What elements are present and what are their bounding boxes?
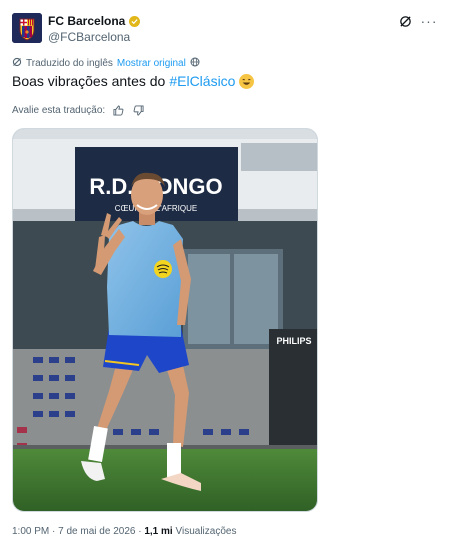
tweet-text-body: Boas vibrações antes do [12, 73, 166, 89]
tweet-date[interactable]: 7 de mai de 2026 [58, 526, 135, 537]
thumbs-down-icon[interactable] [131, 103, 145, 117]
views-label: Visualizações [175, 526, 237, 537]
author-name-row[interactable]: FC Barcelona [48, 14, 141, 28]
laughing-emoji-icon [239, 73, 255, 89]
views-count: 1,1 mi [144, 526, 173, 537]
board-text: PHILIPS [276, 336, 311, 346]
translation-notice: Traduzido do inglês Mostrar original [12, 57, 200, 70]
rate-translation: Avalie esta tradução: [12, 103, 145, 117]
meta-separator: · [52, 526, 56, 537]
author-names: FC Barcelona @FCBarcelona [48, 14, 141, 44]
hashtag-link[interactable]: #ElClásico [169, 73, 235, 89]
tweet-photo[interactable]: R.D. CONGO CŒUR DE L'AFRIQUE PHILIPS [12, 128, 318, 512]
translate-icon [12, 57, 22, 70]
avatar[interactable] [12, 13, 42, 43]
meta-separator: · [138, 526, 142, 537]
globe-icon [190, 57, 200, 70]
more-icon[interactable]: ··· [421, 14, 437, 28]
author-handle[interactable]: @FCBarcelona [48, 30, 140, 44]
grok-icon[interactable] [398, 14, 412, 28]
thumbs-up-icon[interactable] [111, 103, 125, 117]
verified-badge-icon[interactable] [129, 15, 141, 27]
tweet-time[interactable]: 1:00 PM [12, 526, 49, 537]
tweet-top-actions: ··· [398, 14, 437, 28]
tweet-text: Boas vibrações antes do #ElClásico [12, 73, 255, 89]
photo-player-training: R.D. CONGO CŒUR DE L'AFRIQUE PHILIPS [13, 129, 317, 511]
rate-translation-label: Avalie esta tradução: [12, 104, 106, 116]
translation-notice-text: Traduzido do inglês [26, 58, 113, 69]
tweet-header: FC Barcelona @FCBarcelona ··· [12, 12, 438, 46]
author-display-name[interactable]: FC Barcelona [48, 14, 125, 28]
fcb-crest-icon [12, 13, 42, 43]
tweet-meta: 1:00 PM · 7 de mai de 2026 · 1,1 mi Visu… [12, 526, 236, 537]
show-original-link[interactable]: Mostrar original [117, 58, 186, 69]
